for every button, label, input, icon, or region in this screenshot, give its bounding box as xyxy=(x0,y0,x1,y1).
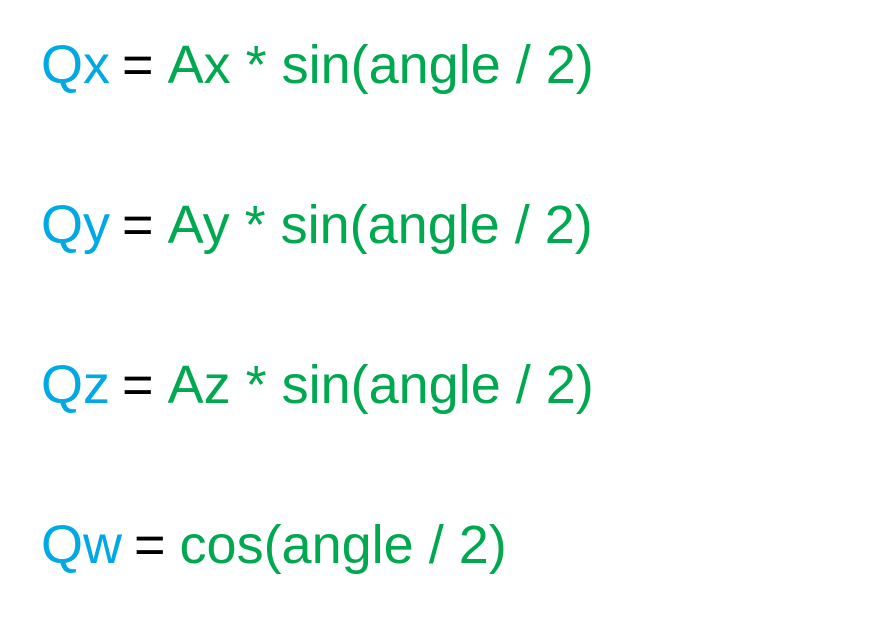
equation-qx: Qx = Ax * sin(angle / 2) xyxy=(41,38,594,92)
equation-rhs: Az * sin(angle / 2) xyxy=(167,355,594,415)
equation-lhs: Qz xyxy=(41,355,111,415)
equation-qy: Qy = Ay * sin(angle / 2) xyxy=(41,198,593,252)
equation-lhs: Qw xyxy=(41,515,122,575)
page: { "colors": { "lhs": "#00a9e6", "equals"… xyxy=(0,0,878,622)
equals-sign: = xyxy=(134,515,166,575)
equation-rhs: cos(angle / 2) xyxy=(179,515,507,575)
equals-sign: = xyxy=(122,35,154,95)
equation-qw: Qw = cos(angle / 2) xyxy=(41,518,507,572)
equals-sign: = xyxy=(122,195,154,255)
equation-rhs: Ax * sin(angle / 2) xyxy=(167,35,594,95)
equation-rhs: Ay * sin(angle / 2) xyxy=(167,195,593,255)
equation-lhs: Qx xyxy=(41,35,111,95)
equation-qz: Qz = Az * sin(angle / 2) xyxy=(41,358,594,412)
equation-lhs: Qy xyxy=(41,195,111,255)
equals-sign: = xyxy=(122,355,154,415)
